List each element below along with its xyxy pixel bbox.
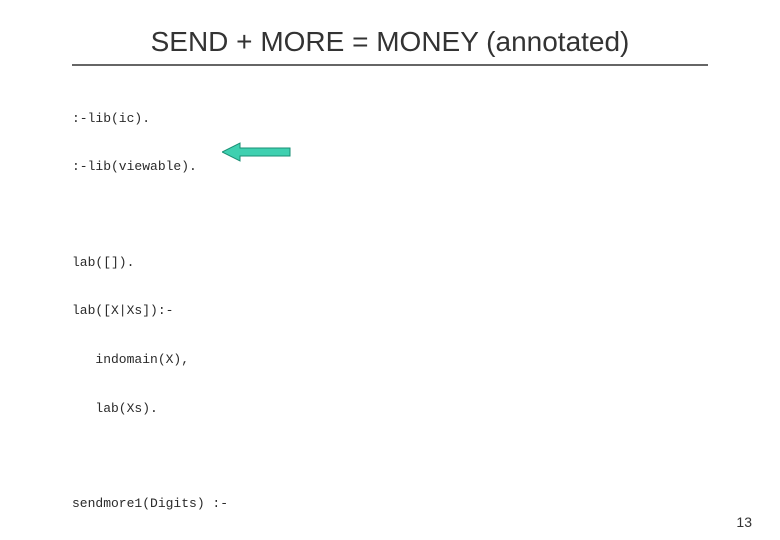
page-number: 13 [736,514,752,530]
title-underline [72,64,708,66]
code-lab: lab([]). lab([X|Xs]):- indomain(X), lab(… [72,222,780,450]
highlight-arrow-icon [222,141,292,163]
code-line: lab(Xs). [72,401,780,417]
code-line: sendmore1(Digits) :- [72,496,780,512]
code-line: lab([X|Xs]):- [72,303,780,319]
code-line: :-lib(ic). [72,111,780,127]
code-line: :-lib(viewable). [72,159,780,175]
slide-title: SEND + MORE = MONEY (annotated) [0,26,780,58]
code-line: lab([]). [72,255,780,271]
code-libs: :-lib(ic). :-lib(viewable). [72,78,780,208]
code-sendmore: sendmore1(Digits) :- Digits = [S,E,N,D,M… [72,464,780,540]
code-line: indomain(X), [72,352,780,368]
